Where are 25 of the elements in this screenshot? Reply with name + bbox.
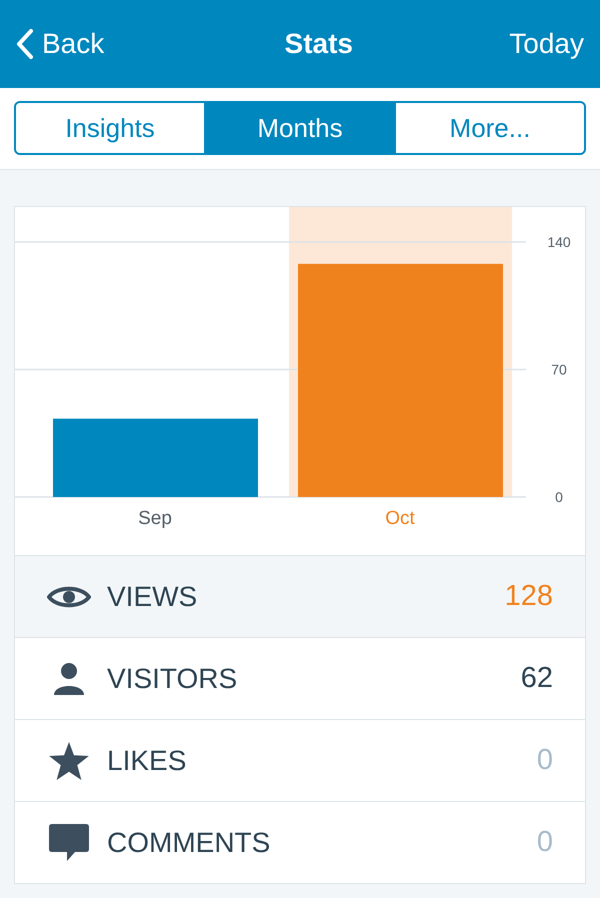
stat-row[interactable]: VIEWS 128 <box>15 555 585 637</box>
stat-value: 62 <box>520 660 553 696</box>
speech-bubble-icon <box>49 824 89 862</box>
person-icon <box>51 660 87 696</box>
axis-tick-label: 140 <box>547 234 571 250</box>
today-button[interactable]: Today <box>509 23 584 65</box>
stat-value: 128 <box>504 578 553 614</box>
stat-label: VIEWS <box>107 580 198 614</box>
stat-label: VISITORS <box>107 662 238 696</box>
bar[interactable] <box>298 264 503 497</box>
segment-tab[interactable]: Months <box>204 103 394 153</box>
chevron-left-icon <box>16 28 34 60</box>
axis-tick-label: 0 <box>555 489 563 505</box>
month-label: Sep <box>138 508 172 529</box>
star-icon <box>49 742 89 780</box>
stat-value: 0 <box>536 824 553 860</box>
back-button[interactable]: Back <box>16 23 104 65</box>
stat-label: LIKES <box>107 744 188 778</box>
stat-value: 0 <box>536 742 553 778</box>
axis-tick-label: 70 <box>551 362 567 378</box>
screen-title: Stats <box>284 27 353 61</box>
stat-label: COMMENTS <box>107 826 272 860</box>
segment-tab[interactable]: More... <box>394 103 584 153</box>
month-label: Oct <box>385 508 415 529</box>
bar[interactable] <box>53 418 258 497</box>
